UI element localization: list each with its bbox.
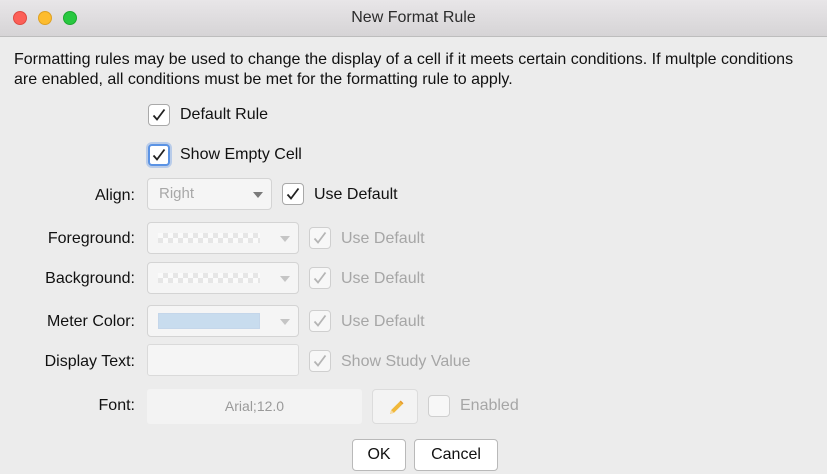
display-text-input[interactable]	[147, 344, 299, 376]
show-empty-cell-checkbox[interactable]	[148, 144, 170, 166]
font-enabled-checkbox[interactable]	[428, 395, 450, 417]
checkmark-icon	[286, 187, 300, 200]
font-enabled-label: Enabled	[460, 397, 519, 414]
align-label: Align:	[94, 187, 135, 204]
ok-button[interactable]: OK	[352, 439, 406, 471]
checkmark-icon	[152, 148, 166, 161]
show-empty-cell-label: Show Empty Cell	[180, 146, 302, 163]
meter-color-use-default-label: Use Default	[341, 313, 425, 330]
chevron-down-icon	[280, 236, 290, 242]
background-use-default-checkbox[interactable]	[309, 267, 331, 289]
chevron-down-icon	[280, 276, 290, 282]
checkmark-icon	[313, 231, 327, 244]
align-use-default-checkbox[interactable]	[282, 183, 304, 205]
cancel-button[interactable]: Cancel	[414, 439, 498, 471]
checkmark-icon	[313, 314, 327, 327]
background-label: Background:	[45, 270, 135, 287]
window-title: New Format Rule	[351, 9, 476, 26]
background-color-select[interactable]	[147, 262, 299, 294]
default-rule-checkbox[interactable]	[148, 104, 170, 126]
meter-color-label: Meter Color:	[46, 313, 135, 330]
title-bar: New Format Rule	[0, 0, 827, 37]
new-format-rule-dialog: New Format Rule Formatting rules may be …	[0, 0, 827, 474]
default-rule-label: Default Rule	[180, 106, 269, 123]
align-use-default-label: Use Default	[314, 186, 398, 203]
show-study-value-checkbox[interactable]	[309, 350, 331, 372]
pencil-icon	[390, 400, 404, 414]
align-value: Right	[159, 185, 195, 202]
chevron-down-icon	[280, 319, 290, 325]
display-text-label: Display Text:	[44, 353, 135, 370]
checkmark-icon	[152, 108, 166, 121]
foreground-use-default-checkbox[interactable]	[309, 227, 331, 249]
font-label: Font:	[98, 397, 135, 414]
font-display: Arial;12.0	[147, 389, 362, 424]
transparent-swatch	[158, 233, 260, 243]
transparent-swatch	[158, 273, 260, 283]
foreground-use-default-label: Use Default	[341, 230, 425, 247]
align-select[interactable]: Right	[147, 178, 272, 210]
description-text: Formatting rules may be used to change t…	[14, 51, 794, 88]
checkmark-icon	[313, 354, 327, 367]
edit-font-button[interactable]	[372, 389, 418, 424]
foreground-color-select[interactable]	[147, 222, 299, 254]
checkmark-icon	[313, 271, 327, 284]
background-use-default-label: Use Default	[341, 270, 425, 287]
meter-color-select[interactable]	[147, 305, 299, 337]
meter-color-swatch	[158, 313, 260, 329]
meter-color-use-default-checkbox[interactable]	[309, 310, 331, 332]
chevron-down-icon	[253, 192, 263, 198]
show-study-value-label: Show Study Value	[341, 353, 471, 370]
foreground-label: Foreground:	[47, 230, 135, 247]
font-value: Arial;12.0	[224, 398, 285, 414]
